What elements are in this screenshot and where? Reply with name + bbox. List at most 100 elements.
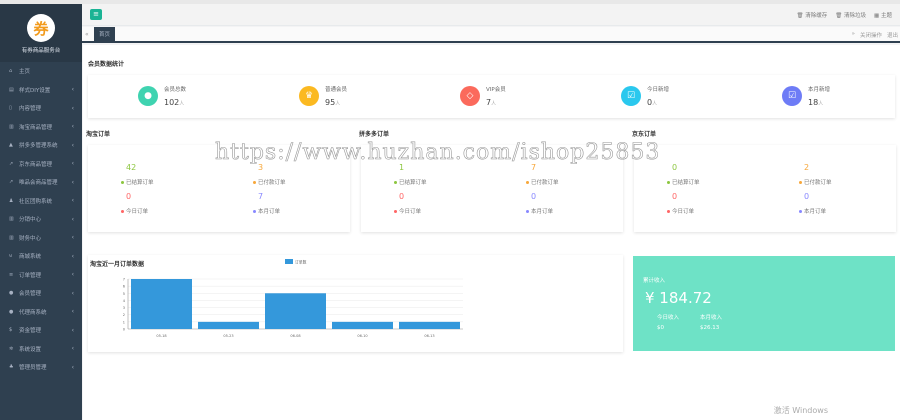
order-label: 本月订单	[258, 209, 281, 215]
legend-dot-icon	[667, 210, 670, 213]
order-stat-paid: 1 已结算订单	[394, 163, 479, 186]
stat-label: VIP会员	[486, 87, 506, 93]
tab-scroll-left-icon[interactable]: «	[85, 31, 89, 38]
order-label: 已付款订单	[258, 180, 286, 186]
order-label: 本月订单	[531, 209, 554, 215]
bar	[399, 321, 460, 329]
close-ops-button[interactable]: 关闭操作	[860, 31, 882, 39]
order-label: 已结算订单	[126, 180, 154, 186]
order-count: 0	[531, 192, 537, 201]
sidebar-item-label: 唯品会商品管理	[19, 180, 58, 187]
sidebar-item-label: 财务中心	[19, 235, 42, 242]
watermark: https://www.huzhan.com/ishop25853	[215, 140, 661, 166]
sidebar-item[interactable]: ▲ 拼多多管理系统 ‹	[0, 136, 82, 155]
user-icon: ●	[138, 86, 158, 106]
legend-dot-icon	[799, 181, 802, 184]
order-stat-today: 0 今日订单	[667, 192, 752, 215]
order-label: 今日订单	[672, 209, 695, 215]
sidebar-item[interactable]: ▥ 财务中心 ‹	[0, 229, 82, 248]
x-tick-label: 06-10	[357, 334, 367, 338]
users-icon: ♣	[9, 364, 14, 371]
y-tick-label: 0	[123, 328, 125, 332]
chevron-left-icon: ‹	[71, 86, 74, 94]
clear-cache-button[interactable]: 🗑 清除缓存	[797, 11, 828, 19]
order-label: 今日订单	[126, 209, 149, 215]
clear-trash-label: 清除垃圾	[844, 13, 867, 19]
sidebar-item[interactable]: ● 代理商系统 ‹	[0, 303, 82, 322]
chevron-left-icon: ‹	[71, 252, 74, 260]
x-tick-label: 06-08	[290, 334, 300, 338]
sidebar-item[interactable]: ✲ 系统设置 ‹	[0, 340, 82, 359]
sidebar: 券 有券商品服务台 ⌂ 主页 ▤ 样式DIY设置 ‹ ▯ 内容管理 ‹ ▥ 淘宝商品管理 ‹ ▲ 拼多多…	[0, 4, 82, 420]
bar-chart-icon: ▥	[9, 216, 14, 223]
sidebar-item[interactable]: ↗ 唯品会商品管理 ‹	[0, 173, 82, 192]
os-activation-notice: 激活 Windows	[773, 406, 828, 415]
theme-button[interactable]: ▦ 主题	[874, 11, 892, 19]
legend-dot-icon	[799, 210, 802, 213]
order-stat-pending: 7 已付款订单	[526, 163, 611, 186]
file-icon: ▯	[9, 105, 12, 112]
sidebar-item-label: 京东商品管理	[19, 161, 53, 168]
x-tick-label: 06-13	[424, 334, 434, 338]
sidebar-item[interactable]: ↗ 京东商品管理 ‹	[0, 155, 82, 174]
sidebar-item[interactable]: ♟ 社区团购系统 ‹	[0, 192, 82, 211]
legend-dot-icon	[121, 210, 124, 213]
logout-button[interactable]: 退出	[887, 31, 898, 39]
stat-unit: 人	[179, 101, 185, 107]
order-group-title: 拼多多订单	[359, 131, 390, 138]
sidebar-item[interactable]: ▯ 内容管理 ‹	[0, 99, 82, 118]
sidebar-item[interactable]: ▥ 淘宝商品管理 ‹	[0, 118, 82, 137]
bar	[332, 321, 393, 329]
theme-label: 主题	[880, 13, 892, 19]
order-stat-today: 0 今日订单	[121, 192, 206, 215]
sidebar-item[interactable]: ⌂ 主页	[0, 62, 82, 81]
legend-dot-icon	[526, 181, 529, 184]
tab-home[interactable]: 首页	[94, 27, 116, 43]
clear-trash-button[interactable]: 🗑 清除垃圾	[835, 11, 866, 19]
order-label: 已付款订单	[804, 180, 832, 186]
order-group-title: 京东订单	[632, 131, 657, 138]
sidebar-item[interactable]: ≡ 订单管理 ‹	[0, 266, 82, 285]
member-stat: ☑ 今日新增 0人	[621, 85, 669, 107]
chevron-left-icon: ‹	[71, 308, 74, 316]
home-icon: ⌂	[9, 68, 13, 75]
order-count: 0	[399, 192, 405, 201]
y-tick-label: 5	[123, 292, 125, 296]
sidebar-item-label: 代理商系统	[19, 309, 47, 316]
main-content: 会员数据统计 ● 会员总数 102人 ♛ 普通会员 95人 ◇ VIP会员 7人 ☑ 今日新增 0人 ☑…	[83, 45, 900, 420]
sidebar-item[interactable]: ● 会员管理 ‹	[0, 284, 82, 303]
stat-value: 18	[808, 98, 819, 107]
stat-label: 普通会员	[325, 87, 348, 93]
chevron-left-icon: ‹	[71, 178, 74, 186]
sidebar-item-label: 会员管理	[19, 291, 42, 298]
income-title: 累计收入	[643, 278, 666, 284]
bar	[131, 279, 192, 329]
stat-unit: 人	[335, 101, 341, 107]
chevron-left-icon: ‹	[71, 363, 74, 371]
order-label: 本月订单	[804, 209, 827, 215]
user-icon: ●	[9, 308, 14, 315]
area-chart-icon: ▲	[9, 142, 13, 149]
order-stat-pending: 3 已付款订单	[253, 163, 338, 186]
sidebar-item[interactable]: ▥ 分销中心 ‹	[0, 210, 82, 229]
sidebar-menu: ⌂ 主页 ▤ 样式DIY设置 ‹ ▯ 内容管理 ‹ ▥ 淘宝商品管理 ‹ ▲ 拼多多管理系统 ‹ ↗ 京东商品…	[0, 62, 82, 377]
member-stat: ● 会员总数 102人	[138, 85, 186, 107]
sidebar-item[interactable]: $ 资金管理 ‹	[0, 321, 82, 340]
sidebar-item-label: 主页	[19, 69, 31, 76]
chevron-left-icon: ‹	[71, 123, 74, 131]
x-tick-label: 05-18	[156, 334, 166, 338]
bar-chart-icon: ▥	[9, 123, 14, 130]
legend-dot-icon	[526, 210, 529, 213]
tab-scroll-right-icon[interactable]: »	[852, 31, 855, 39]
order-count: 0	[672, 192, 678, 201]
sidebar-item[interactable]: ⊍ 商城系统 ‹	[0, 247, 82, 266]
y-tick-label: 3	[123, 306, 125, 310]
stat-unit: 人	[652, 101, 658, 107]
order-group-title: 淘宝订单	[86, 131, 111, 138]
sidebar-item[interactable]: ♣ 管理员管理 ‹	[0, 358, 82, 377]
menu-toggle-button[interactable]: ≡	[90, 9, 102, 20]
sidebar-item[interactable]: ▤ 样式DIY设置 ‹	[0, 81, 82, 100]
sidebar-item-label: 管理员管理	[19, 365, 47, 372]
order-label: 已结算订单	[672, 180, 700, 186]
gear-icon: ✲	[9, 345, 14, 352]
